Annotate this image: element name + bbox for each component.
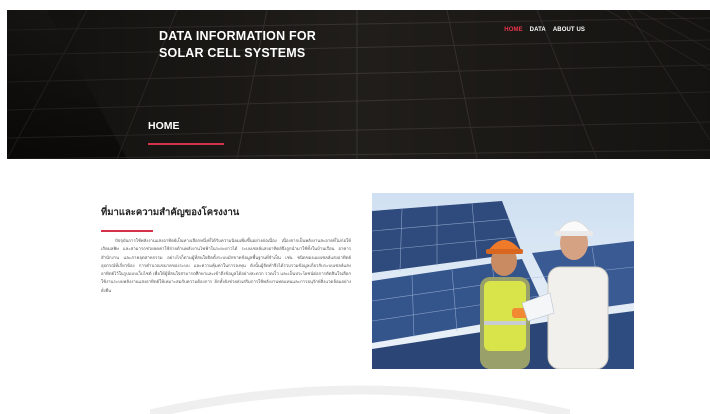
- solar-workers-photo: [372, 193, 634, 369]
- nav-item-home[interactable]: HOME: [504, 27, 522, 33]
- nav-item-about-us[interactable]: ABOUT US: [553, 27, 585, 33]
- section-title-underline: [101, 230, 153, 232]
- section-title: ที่มาและความสำคัญของโครงงาน: [101, 207, 240, 218]
- page-title: HOME: [148, 120, 180, 132]
- decorative-arc: [150, 385, 570, 414]
- solar-roof-background: [7, 10, 710, 159]
- site-title-line1: DATA INFORMATION FOR: [159, 29, 316, 43]
- intro-paragraph: ปัจจุบันการใช้พลังงานแสงอาทิตย์เป็นทางเล…: [101, 239, 351, 294]
- site-title: DATA INFORMATION FOR SOLAR CELL SYSTEMS: [159, 28, 316, 62]
- main-nav: HOME DATA ABOUT US: [504, 27, 585, 33]
- page-title-underline: [148, 143, 224, 145]
- site-title-line2: SOLAR CELL SYSTEMS: [159, 46, 306, 60]
- hero-banner: DATA INFORMATION FOR SOLAR CELL SYSTEMS …: [7, 10, 710, 159]
- nav-item-data[interactable]: DATA: [530, 27, 546, 33]
- solar-workers-illustration: [372, 193, 634, 369]
